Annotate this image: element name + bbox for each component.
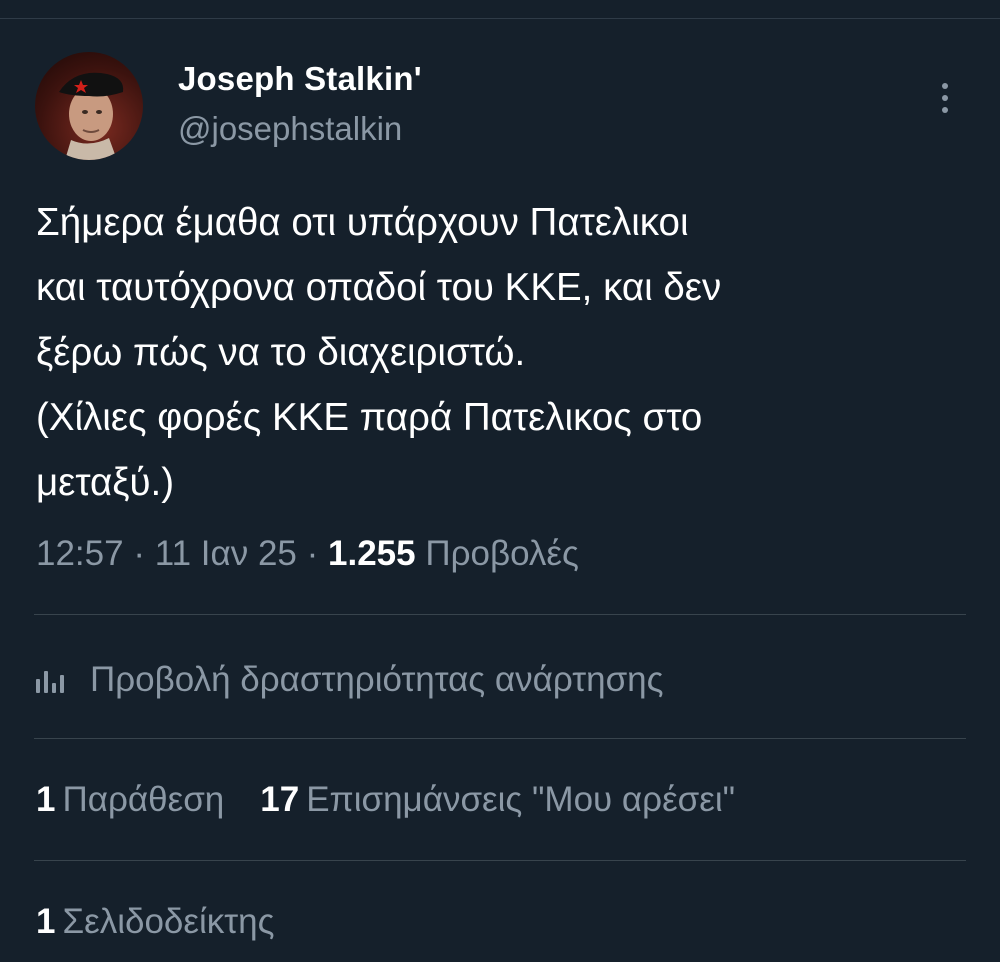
bookmarks-stat[interactable]: 1 Σελιδοδείκτης [36,902,274,942]
tweet-text: Σήμερα έμαθα οτι υπάρχουν Πατελικοι και … [36,201,722,504]
tweet-time[interactable]: 12:57 [36,534,124,573]
bookmarks-count: 1 [36,902,56,941]
meta-separator: · [133,534,145,573]
post-activity-link[interactable]: Προβολή δραστηριότητας ανάρτησης [36,660,664,700]
post-activity-label: Προβολή δραστηριότητας ανάρτησης [90,660,664,699]
analytics-icon [36,667,70,693]
divider [34,614,966,615]
tweet-meta: 12:57 · 11 Ιαν 25 · 1.255 Προβολές [36,534,579,574]
quotes-label: Παράθεση [62,780,225,819]
more-options-button[interactable] [928,76,962,120]
display-name[interactable]: Joseph Stalkin' [178,60,422,98]
bookmarks-label: Σελιδοδείκτης [62,902,275,941]
more-dot-icon [942,107,948,113]
tweet-date[interactable]: 11 Ιαν 25 [155,534,297,573]
views-label: Προβολές [425,534,579,573]
likes-label: Επισημάνσεις "Μου αρέσει" [306,780,736,819]
more-dot-icon [942,83,948,89]
avatar-image [59,72,124,160]
quotes-count: 1 [36,780,56,819]
likes-count: 17 [260,780,300,819]
likes-stat[interactable]: 17 Επισημάνσεις "Μου αρέσει" [260,780,735,820]
divider [34,738,966,739]
engagement-stats: 1 Παράθεση 17 Επισημάνσεις "Μου αρέσει" [36,780,771,820]
views-count: 1.255 [328,534,416,573]
more-dot-icon [942,95,948,101]
avatar[interactable] [35,52,143,160]
meta-separator: · [306,534,319,573]
user-handle[interactable]: @josephstalkin [178,110,402,148]
top-divider [0,18,1000,19]
quotes-stat[interactable]: 1 Παράθεση [36,780,224,820]
divider [34,860,966,861]
